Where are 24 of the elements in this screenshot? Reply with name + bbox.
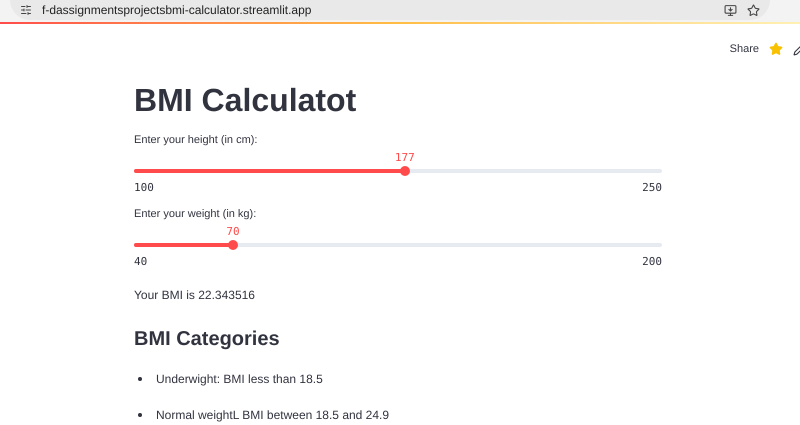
slider-max: 250 [642,180,662,196]
slider-thumb[interactable] [400,166,410,176]
slider-label: Enter your height (in cm): [134,133,258,148]
slider-value: 70 [226,224,240,240]
share-link[interactable]: Share [730,40,759,58]
slider-label: Enter your weight (in kg): [134,207,258,222]
slider-max: 200 [642,254,662,270]
site-settings-icon[interactable] [20,4,32,16]
slider-min: 100 [134,180,154,196]
section-heading: BMI Categories [134,327,281,352]
slider-value: 177 [394,150,415,166]
bullet-icon [138,377,142,381]
url-text: f-dassignmentsprojectsbmi-calculator.streamlit.app [42,2,312,19]
category-item: Underwight: BMI less than 18.5 [156,371,323,388]
bullet-icon [138,413,142,417]
slider-min: 40 [134,254,148,270]
star-icon[interactable] [769,42,783,56]
page-title: BMI Calculatot [134,81,358,120]
address-bar[interactable]: f-dassignmentsprojectsbmi-calculator.streamlit.app [10,0,770,20]
bmi-result: Your BMI is 22.343516 [134,287,256,304]
bookmark-icon[interactable] [747,4,760,16]
install-icon[interactable] [724,4,737,16]
slider-thumb[interactable] [228,240,238,250]
category-item: Normal weightL BMI between 18.5 and 24.9 [156,407,390,424]
